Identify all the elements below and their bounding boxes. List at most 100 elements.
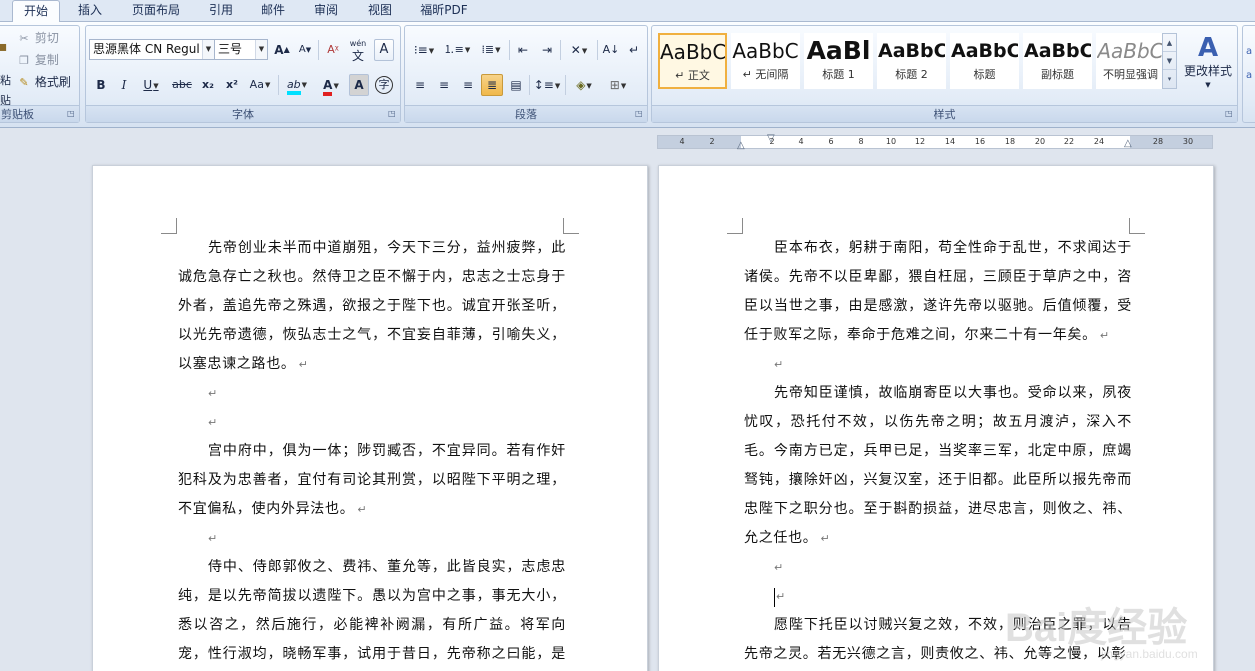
align-center-button[interactable]: ≡ bbox=[433, 74, 455, 96]
ruler-tick: 22 bbox=[1063, 137, 1075, 146]
dialog-launcher-icon[interactable]: ◳ bbox=[635, 110, 644, 119]
style-no-spacing[interactable]: AaBbC ↵ 无间隔 bbox=[731, 33, 800, 89]
style-name: 标题 bbox=[973, 68, 996, 81]
ruler-tick: 2 bbox=[709, 137, 715, 146]
underline-button[interactable]: U▼ bbox=[137, 74, 165, 96]
style-sample: AaBbC bbox=[878, 40, 945, 62]
ruler-tick: 16 bbox=[974, 137, 986, 146]
styles-group: AaBbC ↵ 正文 AaBbC ↵ 无间隔 AaBl 标题 1 AaBbC 标… bbox=[651, 25, 1238, 123]
paragraph-group-label: 段落 bbox=[405, 105, 647, 122]
increase-indent-button[interactable]: ⇥ bbox=[536, 39, 558, 61]
pilcrow-icon: ↵ bbox=[628, 43, 640, 57]
borders-button[interactable]: ⊞▼ bbox=[602, 74, 634, 96]
font-color-button[interactable]: A▼ bbox=[316, 74, 346, 96]
bullets-button[interactable]: ⁝≡▼ bbox=[409, 39, 439, 61]
change-styles-button[interactable]: A 更改样式 ▼ bbox=[1180, 31, 1236, 101]
empty-paragraph[interactable]: ↵ bbox=[178, 379, 566, 408]
copy-label: 复制 bbox=[34, 53, 59, 67]
sort-button[interactable]: A↓ bbox=[600, 39, 622, 61]
change-case-button[interactable]: Aa▼ bbox=[245, 74, 275, 96]
change-styles-label: 更改样式 bbox=[1183, 64, 1232, 78]
character-border-button[interactable]: A bbox=[374, 39, 394, 61]
style-subtitle[interactable]: AaBbC 副标题 bbox=[1023, 33, 1092, 89]
right-indent-marker[interactable]: △ bbox=[1124, 139, 1132, 149]
dialog-launcher-icon[interactable]: ◳ bbox=[1225, 110, 1234, 119]
horizontal-ruler[interactable]: 4 2 2 4 6 8 10 12 14 16 18 20 22 24 28 3… bbox=[657, 134, 1213, 151]
style-normal[interactable]: AaBbC ↵ 正文 bbox=[658, 33, 727, 89]
align-right-button[interactable]: ≡ bbox=[457, 74, 479, 96]
style-sample: AaBbC bbox=[660, 40, 725, 64]
empty-paragraph[interactable]: ↵ bbox=[178, 408, 566, 437]
document-page-1: 先帝创业未半而中道崩殂，今天下三分，益州疲弊，此诚危急存亡之秋也。然侍卫之臣不懈… bbox=[92, 165, 648, 671]
brush-icon: ✎ bbox=[19, 76, 29, 89]
tab-insert[interactable]: 插入 bbox=[66, 0, 114, 22]
clear-format-button[interactable]: Aᵡ bbox=[322, 39, 344, 61]
strikethrough-button[interactable]: abc bbox=[169, 74, 195, 96]
style-subtle-emphasis[interactable]: AaBbC 不明显强调 bbox=[1096, 33, 1165, 89]
gallery-more-icon[interactable]: ▾ bbox=[1163, 70, 1176, 88]
style-heading-1[interactable]: AaBl 标题 1 bbox=[804, 33, 873, 89]
underline-icon: U bbox=[143, 78, 153, 92]
enclose-characters-button[interactable]: 字 bbox=[373, 73, 395, 95]
style-title[interactable]: AaBbC 标题 bbox=[950, 33, 1019, 89]
paste-button[interactable]: ▪ 粘贴 bbox=[0, 34, 11, 107]
scroll-down-icon[interactable]: ▼ bbox=[1163, 52, 1176, 70]
copy-button[interactable]: ❐ 复制 bbox=[17, 50, 59, 70]
paragraph[interactable]: 宫中府中，俱为一体；陟罚臧否，不宜异同。若有作奸犯科及为忠善者，宜付有司论其刑赏… bbox=[178, 437, 566, 524]
phonetic-guide-button[interactable]: wén 文 bbox=[346, 37, 370, 62]
font-name-combo[interactable]: 思源黑体 CN Regul ▼ bbox=[89, 39, 215, 60]
document-body[interactable]: 先帝创业未半而中道崩殂，今天下三分，益州疲弊，此诚危急存亡之秋也。然侍卫之臣不懈… bbox=[178, 234, 566, 671]
find-icon[interactable]: a bbox=[1246, 46, 1252, 57]
first-line-indent-marker[interactable]: ▽ bbox=[767, 134, 775, 144]
asian-layout-button[interactable]: ✕▼ bbox=[563, 39, 595, 61]
font-size-combo[interactable]: 三号 ▼ bbox=[214, 39, 268, 60]
style-heading-2[interactable]: AaBbC 标题 2 bbox=[877, 33, 946, 89]
watermark-url: jingyan.baidu.com bbox=[1101, 647, 1198, 661]
superscript-button[interactable]: x² bbox=[221, 74, 243, 96]
tab-home[interactable]: 开始 bbox=[12, 0, 60, 23]
paragraph[interactable]: 臣本布衣，躬耕于南阳，苟全性命于乱世，不求闻达于诸侯。先帝不以臣卑鄙，猥自枉屈，… bbox=[744, 234, 1132, 350]
scroll-up-icon[interactable]: ▲ bbox=[1163, 34, 1176, 52]
empty-paragraph[interactable]: ↵ bbox=[744, 350, 1132, 379]
tab-view[interactable]: 视图 bbox=[356, 0, 404, 22]
shading-button[interactable]: ◈▼ bbox=[568, 74, 600, 96]
left-indent-marker[interactable]: △ bbox=[737, 141, 745, 151]
tab-mailings[interactable]: 邮件 bbox=[250, 0, 296, 22]
italic-button[interactable]: I bbox=[114, 74, 134, 96]
dialog-launcher-icon[interactable]: ◳ bbox=[388, 110, 397, 119]
ribbon-tabs: 开始 插入 页面布局 引用 邮件 审阅 视图 福昕PDF bbox=[0, 0, 1255, 23]
tab-page-layout[interactable]: 页面布局 bbox=[120, 0, 192, 22]
style-gallery-scroll[interactable]: ▲ ▼ ▾ bbox=[1162, 33, 1177, 89]
paragraph[interactable]: 先帝知臣谨慎，故临崩寄臣以大事也。受命以来，夙夜忧叹，恐托付不效，以伤先帝之明；… bbox=[744, 379, 1132, 553]
font-group-label: 字体 bbox=[86, 105, 400, 122]
shrink-font-button[interactable]: A▼ bbox=[295, 39, 315, 61]
align-left-button[interactable]: ≡ bbox=[409, 74, 431, 96]
paragraph[interactable]: 侍中、侍郎郭攸之、费祎、董允等，此皆良实，志虑忠纯，是以先帝简拔以遗陛下。愚以为… bbox=[178, 553, 566, 671]
distributed-button[interactable]: ▤ bbox=[505, 74, 527, 96]
numbering-button[interactable]: ⒈≡▼ bbox=[442, 39, 472, 61]
tab-review[interactable]: 审阅 bbox=[302, 0, 350, 22]
show-marks-button[interactable]: ↵ bbox=[624, 39, 644, 61]
empty-paragraph[interactable]: ↵ bbox=[178, 524, 566, 553]
tab-references[interactable]: 引用 bbox=[198, 0, 244, 22]
paragraph[interactable]: 先帝创业未半而中道崩殂，今天下三分，益州疲弊，此诚危急存亡之秋也。然侍卫之臣不懈… bbox=[178, 234, 566, 379]
subscript-button[interactable]: x₂ bbox=[197, 74, 219, 96]
cut-button[interactable]: ✂ 剪切 bbox=[17, 28, 58, 48]
multilevel-list-button[interactable]: ⁞≣▼ bbox=[475, 39, 507, 61]
line-spacing-button[interactable]: ↕≡▼ bbox=[532, 74, 562, 96]
paragraph-text: 先帝知臣谨慎，故临崩寄臣以大事也。受命以来，夙夜忧叹，恐托付不效，以伤先帝之明；… bbox=[744, 385, 1132, 546]
bold-button[interactable]: B bbox=[91, 74, 111, 96]
justify-button[interactable]: ≣ bbox=[481, 74, 503, 96]
grow-font-button[interactable]: A▲ bbox=[272, 39, 292, 61]
decrease-indent-button[interactable]: ⇤ bbox=[512, 39, 534, 61]
styles-group-label: 样式 bbox=[652, 105, 1237, 122]
highlight-button[interactable]: ab▼ bbox=[281, 74, 313, 96]
tab-foxit-pdf[interactable]: 福昕PDF bbox=[410, 0, 478, 22]
dialog-launcher-icon[interactable]: ◳ bbox=[67, 110, 76, 119]
replace-icon[interactable]: a bbox=[1246, 70, 1252, 81]
paragraph-text: 先帝创业未半而中道崩殂，今天下三分，益州疲弊，此诚危急存亡之秋也。然侍卫之臣不懈… bbox=[178, 240, 566, 372]
align-center-icon: ≡ bbox=[438, 78, 450, 92]
ruler-tick: 12 bbox=[914, 137, 926, 146]
format-painter-button[interactable]: ✎ 格式刷 bbox=[17, 72, 70, 92]
character-shading-button[interactable]: A bbox=[349, 74, 369, 96]
